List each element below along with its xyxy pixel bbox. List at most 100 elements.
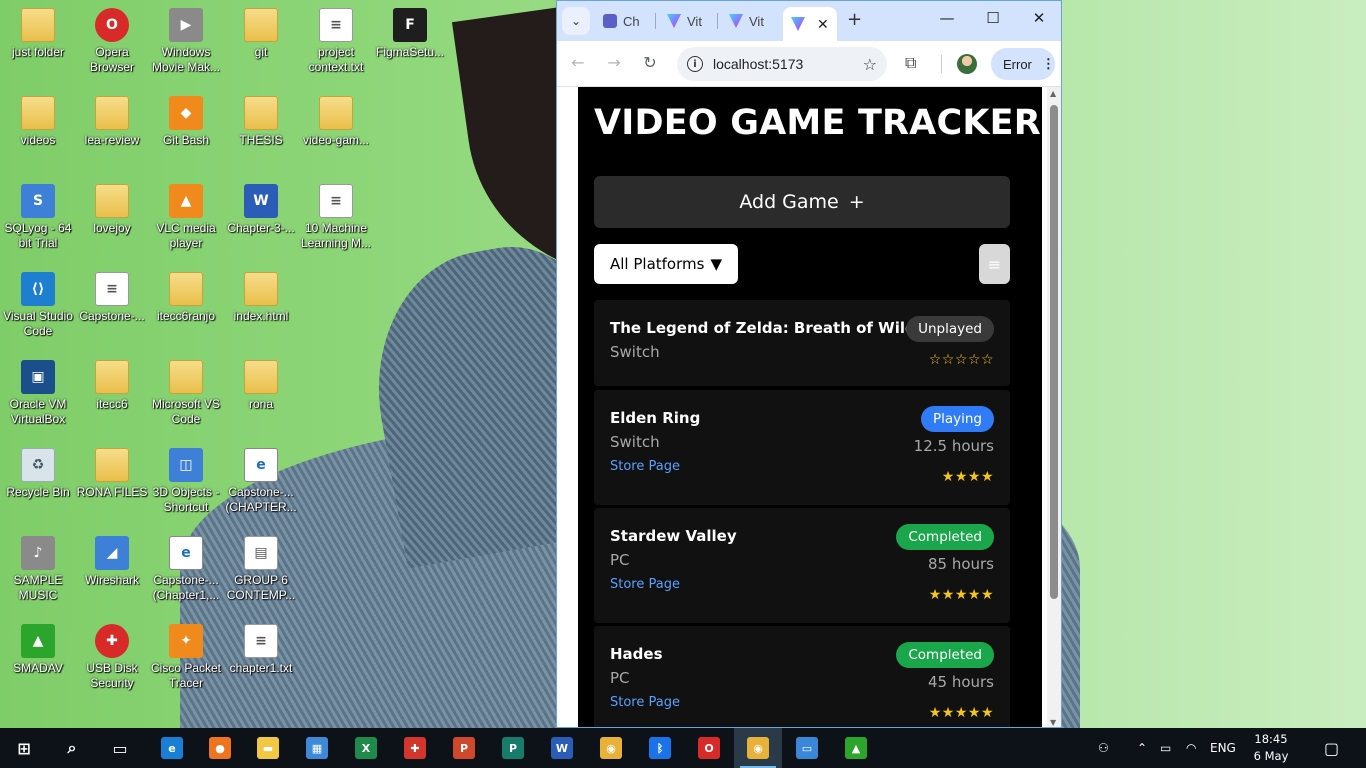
star-rating[interactable]: ★★★★★ xyxy=(929,587,994,603)
close-window-button[interactable]: ✕ xyxy=(1028,9,1050,27)
desktop-icon[interactable]: index.html xyxy=(223,272,299,324)
extensions-icon[interactable]: ⧉ xyxy=(905,53,916,73)
minimize-button[interactable]: — xyxy=(936,9,958,27)
people-icon[interactable]: ⚇ xyxy=(1098,728,1109,768)
close-tab-icon[interactable]: ✕ xyxy=(817,16,829,33)
desktop-icon[interactable]: F FigmaSetu... xyxy=(372,8,448,60)
status-badge[interactable]: Unplayed xyxy=(906,316,994,342)
desktop-icon[interactable]: ▣ Oracle VM VirtualBox xyxy=(0,360,76,427)
add-game-button[interactable]: Add Game + xyxy=(594,176,1010,228)
taskbar-button[interactable]: ✚ xyxy=(391,728,439,768)
store-page-link[interactable]: Store Page xyxy=(610,459,680,474)
desktop-icon[interactable]: ▤ GROUP 6 CONTEMP... xyxy=(223,536,299,603)
desktop-icon[interactable]: itecc6ranjo xyxy=(148,272,224,324)
address-bar[interactable]: i localhost:5173 ☆ xyxy=(677,47,887,81)
desktop-icon[interactable]: just folder xyxy=(0,8,76,60)
site-info-icon[interactable]: i xyxy=(687,56,703,72)
bookmark-star-icon[interactable]: ☆ xyxy=(863,55,877,74)
desktop-icon[interactable]: ▶ Windows Movie Mak... xyxy=(148,8,224,75)
desktop-icon[interactable]: ♪ SAMPLE MUSIC xyxy=(0,536,76,603)
system-clock[interactable]: 18:45 6 May 2025 xyxy=(1240,731,1302,768)
hamburger-menu-button[interactable]: ≡ xyxy=(979,244,1010,284)
battery-icon[interactable]: ▭ xyxy=(1160,728,1171,768)
desktop-icon[interactable]: ◆ Git Bash xyxy=(148,96,224,148)
profile-avatar[interactable] xyxy=(957,54,977,74)
wifi-icon[interactable]: ◠ xyxy=(1186,728,1196,768)
taskbar-button[interactable]: ● xyxy=(196,728,244,768)
desktop-icon[interactable]: e Capstone-... (CHAPTER... xyxy=(223,448,299,515)
forward-button[interactable]: → xyxy=(604,53,624,72)
status-badge[interactable]: Playing xyxy=(920,406,994,432)
scrollbar-thumb[interactable] xyxy=(1050,105,1058,599)
language-indicator[interactable]: ENG xyxy=(1210,728,1236,768)
back-button[interactable]: ← xyxy=(568,53,588,72)
taskbar-button[interactable]: P xyxy=(440,728,488,768)
taskbar-button[interactable]: O xyxy=(685,728,733,768)
tab-search-button[interactable]: ⌄ xyxy=(562,7,590,35)
taskbar-button[interactable]: ⌕ xyxy=(48,728,96,768)
taskbar-button[interactable]: ◉ xyxy=(734,728,782,768)
star-rating[interactable]: ★★★★ xyxy=(942,469,994,485)
desktop-icon[interactable]: Microsoft VS Code xyxy=(148,360,224,427)
star-rating[interactable]: ☆☆☆☆☆ xyxy=(929,352,994,368)
desktop-icon[interactable]: lea-review xyxy=(74,96,150,148)
desktop-icon[interactable]: lovejoy xyxy=(74,184,150,236)
page-scrollbar[interactable]: ▲ ▼ xyxy=(1047,87,1061,727)
desktop-icon[interactable]: RONA FILES xyxy=(74,448,150,500)
desktop-icon[interactable]: ♻ Recycle Bin xyxy=(0,448,76,500)
desktop-icon[interactable]: ◫ 3D Objects - Shortcut xyxy=(148,448,224,515)
desktop-icon[interactable]: git xyxy=(223,8,299,60)
reload-button[interactable]: ↻ xyxy=(640,53,660,72)
desktop-icon[interactable]: THESIS xyxy=(223,96,299,148)
taskbar-button[interactable]: ▬ xyxy=(244,728,292,768)
taskbar-button[interactable]: ⊞ xyxy=(0,728,48,768)
tab-teams[interactable]: Ch xyxy=(603,7,640,35)
desktop-icon[interactable]: W Chapter-3-... xyxy=(223,184,299,236)
desktop-icon[interactable]: video-gam... xyxy=(298,96,374,148)
taskbar-button[interactable]: ▲ xyxy=(832,728,880,768)
game-card[interactable]: Elden Ring Switch Store Page Playing 12.… xyxy=(594,390,1010,505)
menu-kebab-icon[interactable]: ⋮ xyxy=(1042,56,1055,72)
new-tab-button[interactable]: + xyxy=(847,9,862,30)
desktop-icon[interactable]: ✦ Cisco Packet Tracer xyxy=(148,624,224,691)
taskbar-button[interactable]: ᛒ xyxy=(636,728,684,768)
desktop-icon[interactable]: e Capstone-... (Chapter1,... xyxy=(148,536,224,603)
desktop-icon[interactable]: ≡ Capstone-... xyxy=(74,272,150,324)
desktop-icon[interactable]: ▲ SMADAV xyxy=(0,624,76,676)
tab-active[interactable]: ✕ xyxy=(783,7,837,41)
notification-icon[interactable]: ▢ xyxy=(1324,728,1339,768)
taskbar-button[interactable]: ◉ xyxy=(587,728,635,768)
platform-filter-select[interactable]: All Platforms ▼ xyxy=(594,244,738,284)
game-card[interactable]: Hades PC Store Page Completed 45 hours ★… xyxy=(594,626,1010,727)
status-badge[interactable]: Completed xyxy=(896,642,994,668)
maximize-button[interactable]: ☐ xyxy=(982,9,1004,27)
taskbar-button[interactable]: e xyxy=(148,728,196,768)
desktop-icon[interactable]: ≡ 10 Machine Learning M... xyxy=(298,184,374,251)
store-page-link[interactable]: Store Page xyxy=(610,695,680,710)
taskbar-button[interactable]: ▭ xyxy=(96,728,144,768)
status-badge[interactable]: Completed xyxy=(896,524,994,550)
tab-vite-1[interactable]: Vit xyxy=(667,7,702,35)
show-hidden-icons-icon[interactable]: ⌃ xyxy=(1137,728,1147,768)
taskbar-button[interactable]: ▭ xyxy=(783,728,831,768)
profile-error-chip[interactable]: Error ⋮ xyxy=(991,48,1055,80)
desktop-icon[interactable]: ⟨⟩ Visual Studio Code xyxy=(0,272,76,339)
taskbar-button[interactable]: W xyxy=(538,728,586,768)
taskbar-button[interactable]: X xyxy=(342,728,390,768)
scroll-up-icon[interactable]: ▲ xyxy=(1050,89,1056,98)
game-card[interactable]: The Legend of Zelda: Breath of Wild Swit… xyxy=(594,300,1010,386)
store-page-link[interactable]: Store Page xyxy=(610,577,680,592)
desktop-icon[interactable]: itecc6 xyxy=(74,360,150,412)
desktop-icon[interactable]: ▲ VLC media player xyxy=(148,184,224,251)
desktop-icon[interactable]: ◢ Wireshark xyxy=(74,536,150,588)
desktop-icon[interactable]: O Opera Browser xyxy=(74,8,150,75)
desktop-icon[interactable]: ≡ chapter1.txt xyxy=(223,624,299,676)
scroll-down-icon[interactable]: ▼ xyxy=(1050,718,1056,727)
desktop-icon[interactable]: S SQLyog - 64 bit Trial xyxy=(0,184,76,251)
tab-vite-2[interactable]: Vit xyxy=(729,7,764,35)
desktop-icon[interactable]: rona xyxy=(223,360,299,412)
desktop-icon[interactable]: ≡ project context.txt xyxy=(298,8,374,75)
taskbar-button[interactable]: ▦ xyxy=(293,728,341,768)
star-rating[interactable]: ★★★★★ xyxy=(929,705,994,721)
desktop-icon[interactable]: videos xyxy=(0,96,76,148)
